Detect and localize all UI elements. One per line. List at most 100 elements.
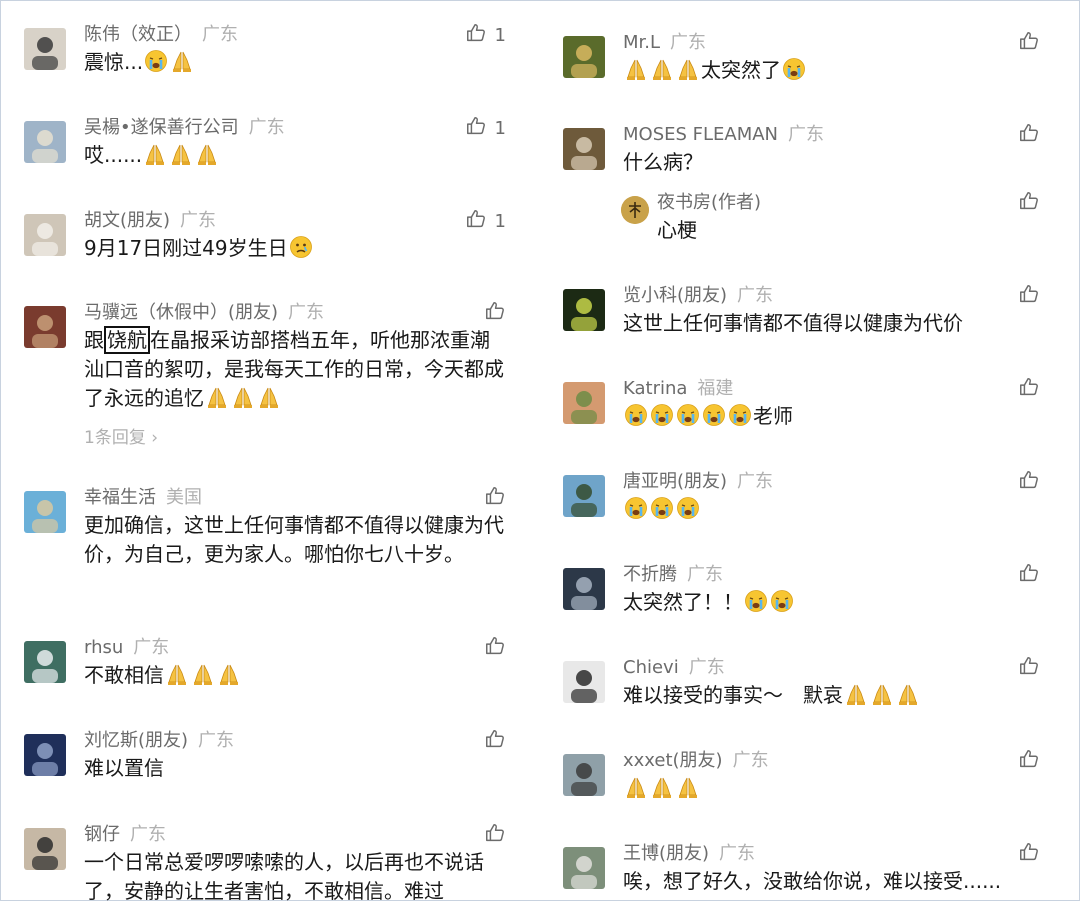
avatar[interactable]: [563, 382, 605, 424]
commenter-location: 福建: [697, 378, 734, 399]
like-button[interactable]: 1: [465, 206, 506, 236]
comment-text: 震惊...: [84, 48, 504, 77]
comment-body: 唉，想了好久，没敢给你说，难以接受......: [623, 869, 1002, 893]
commenter-name[interactable]: Katrina: [623, 378, 687, 399]
like-count: 1: [494, 210, 506, 232]
chevron-right-icon: ›: [145, 428, 159, 448]
avatar[interactable]: [563, 475, 605, 517]
reply-author-name[interactable]: 夜书房(作者): [657, 192, 761, 213]
like-button[interactable]: 1: [465, 113, 506, 143]
commenter-location: 广东: [737, 471, 774, 492]
pray-emoji-icon: [896, 682, 920, 706]
avatar[interactable]: [24, 214, 66, 256]
comment-meta: Chievi 广东: [623, 653, 725, 683]
like-button[interactable]: [484, 298, 506, 328]
like-button[interactable]: [1018, 28, 1040, 58]
commenter-location: 美国: [166, 487, 202, 508]
commenter-name[interactable]: Mr.L: [623, 32, 660, 53]
like-button[interactable]: [1018, 374, 1040, 404]
commenter-location: 广东: [288, 302, 325, 323]
commenter-name[interactable]: 钢仔: [84, 824, 120, 845]
like-button[interactable]: [1018, 653, 1040, 683]
like-button[interactable]: [484, 633, 506, 663]
like-button[interactable]: 1: [465, 20, 506, 50]
cry-emoji-icon: [624, 496, 648, 520]
commenter-name[interactable]: xxxet(朋友): [623, 750, 723, 771]
avatar[interactable]: [563, 661, 605, 703]
comment-meta: MOSES FLEAMAN 广东: [623, 120, 824, 150]
view-replies-link[interactable]: 1条回复 ›: [84, 423, 158, 448]
comment-meta: 览小科(朋友) 广东: [623, 281, 773, 311]
pray-emoji-icon: [191, 662, 215, 686]
like-button[interactable]: [484, 820, 506, 850]
avatar[interactable]: [563, 568, 605, 610]
comment-meta: 马骥远（休假中）(朋友) 广东: [84, 298, 324, 328]
like-button[interactable]: [1018, 560, 1040, 590]
pray-emoji-icon: [205, 385, 229, 409]
thumbs-up-icon: [1018, 748, 1040, 775]
comment-body: 一个日常总爱啰啰嗦嗦的人，以后再也不说话了，安静的让生者害怕，不敢相信。难过: [84, 850, 484, 903]
commenter-name[interactable]: rhsu: [84, 637, 123, 658]
commenter-name[interactable]: 刘忆斯(朋友): [84, 730, 188, 751]
thumbs-up-icon: [1018, 122, 1040, 149]
commenter-name[interactable]: 王博(朋友): [623, 843, 709, 864]
avatar[interactable]: [563, 754, 605, 796]
thumbs-up-icon: [1018, 655, 1040, 682]
like-button[interactable]: [1018, 467, 1040, 497]
cry-emoji-icon: [624, 403, 648, 427]
highlighted-name: 饶航: [104, 326, 150, 354]
comment-body: 不敢相信: [84, 663, 164, 687]
pray-emoji-icon: [844, 682, 868, 706]
like-button[interactable]: [484, 726, 506, 756]
cry-emoji-icon: [770, 589, 794, 613]
avatar[interactable]: [563, 128, 605, 170]
commenter-name[interactable]: 吴楊•遂保善行公司: [84, 117, 239, 138]
like-button[interactable]: [1018, 746, 1040, 776]
commenter-name[interactable]: Chievi: [623, 657, 679, 678]
comment-text: 太突然了: [623, 56, 1038, 85]
avatar[interactable]: [24, 121, 66, 163]
avatar[interactable]: [563, 289, 605, 331]
avatar[interactable]: [24, 306, 66, 348]
thumbs-up-icon: [1018, 562, 1040, 589]
pray-emoji-icon: [650, 775, 674, 799]
commenter-name[interactable]: 胡文(朋友): [84, 210, 170, 231]
commenter-name[interactable]: 陈伟（效正）: [84, 24, 192, 45]
commenter-location: 广东: [719, 843, 756, 864]
comment-meta: 不折腾 广东: [623, 560, 723, 590]
commenter-name[interactable]: 览小科(朋友): [623, 285, 727, 306]
thumbs-up-icon: [465, 115, 487, 142]
avatar[interactable]: [24, 491, 66, 533]
comment-text: 9月17日刚过49岁生日: [84, 234, 504, 263]
avatar[interactable]: [24, 828, 66, 870]
comment-text: 难以接受的事实～ 默哀: [623, 681, 1038, 710]
thumbs-up-icon: [484, 485, 506, 512]
like-button[interactable]: [1018, 120, 1040, 150]
comment-body: 9月17日刚过49岁生日: [84, 236, 288, 260]
author-avatar[interactable]: [621, 196, 649, 224]
commenter-name[interactable]: 马骥远（休假中）(朋友): [84, 302, 278, 323]
avatar[interactable]: [24, 641, 66, 683]
cry-emoji-icon: [782, 57, 806, 81]
avatar[interactable]: [24, 734, 66, 776]
like-button[interactable]: [1018, 281, 1040, 311]
commenter-name[interactable]: MOSES FLEAMAN: [623, 124, 778, 145]
commenter-name[interactable]: 唐亚明(朋友): [623, 471, 727, 492]
reply-like-button[interactable]: [1018, 188, 1040, 218]
commenter-name[interactable]: 幸福生活: [84, 487, 156, 508]
cry-emoji-icon: [702, 403, 726, 427]
like-button[interactable]: [484, 483, 506, 513]
comment-text: 老师: [623, 402, 1038, 431]
commenter-location: 广东: [180, 210, 217, 231]
avatar[interactable]: [24, 28, 66, 70]
like-button[interactable]: [1018, 839, 1040, 869]
commenter-location: 广东: [788, 124, 825, 145]
pray-emoji-icon: [169, 142, 193, 166]
thumbs-up-icon: [484, 822, 506, 849]
thumbs-up-icon: [484, 635, 506, 662]
pray-emoji-icon: [143, 142, 167, 166]
avatar[interactable]: [563, 847, 605, 889]
cry-emoji-icon: [676, 403, 700, 427]
avatar[interactable]: [563, 36, 605, 78]
commenter-name[interactable]: 不折腾: [623, 564, 677, 585]
